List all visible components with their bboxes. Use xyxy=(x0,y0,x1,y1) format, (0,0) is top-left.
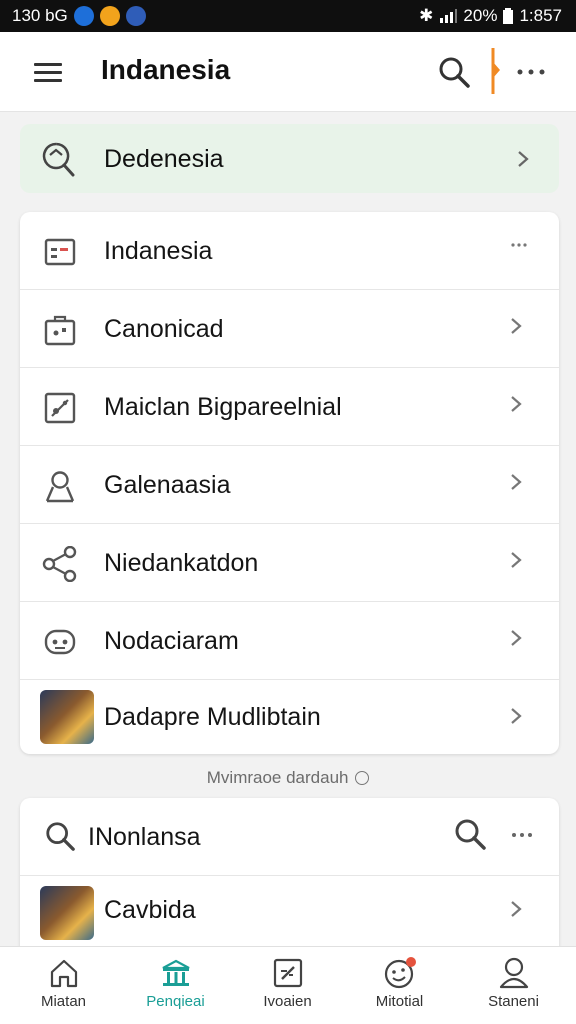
status-left-text: 130 bG xyxy=(12,6,68,25)
list-item-label: Canonicad xyxy=(104,315,224,343)
chevron-right-icon xyxy=(510,900,530,924)
list-item[interactable]: Indanesia xyxy=(20,212,559,290)
chevron-right-icon xyxy=(510,707,530,731)
list-item-label: Niedankatdon xyxy=(104,549,259,577)
list-item-label: Nodaciaram xyxy=(104,627,239,655)
robot-icon xyxy=(42,624,78,660)
chart-icon xyxy=(42,390,78,426)
notification-icon xyxy=(125,6,146,26)
search-icon[interactable] xyxy=(436,54,472,90)
profile-icon xyxy=(498,957,530,989)
chevron-right-icon xyxy=(510,395,530,419)
briefcase-icon xyxy=(42,312,78,348)
chevron-right-icon xyxy=(510,473,530,497)
home-icon xyxy=(48,957,80,989)
list-item[interactable]: Cavbida xyxy=(20,876,559,954)
more-options-icon[interactable] xyxy=(514,62,548,82)
menu-icon[interactable] xyxy=(30,58,66,86)
bookmark-flag-icon[interactable] xyxy=(488,48,502,94)
nav-item-edit[interactable]: Ivoaien xyxy=(230,947,345,1024)
clock: 1:857 xyxy=(519,6,562,25)
game-thumbnail xyxy=(40,690,94,744)
search-icon[interactable] xyxy=(452,816,488,852)
list-item[interactable]: Maiclan Bigpareelnial xyxy=(20,368,559,446)
clock-icon xyxy=(355,771,370,785)
share-icon xyxy=(42,546,78,582)
card-icon xyxy=(42,234,78,270)
list-item-label: Maiclan Bigpareelnial xyxy=(104,393,342,421)
list-item[interactable]: Canonicad xyxy=(20,290,559,368)
chevron-right-icon xyxy=(510,551,530,575)
notification-icon xyxy=(73,6,94,26)
person-icon xyxy=(42,468,78,504)
more-options-icon[interactable] xyxy=(510,830,534,840)
search-card-label: INonlansa xyxy=(88,823,201,851)
page-title: Indanesia xyxy=(101,54,231,85)
signal-icon xyxy=(439,9,458,23)
top-app-bar: Indanesia xyxy=(0,32,576,112)
search-location-icon xyxy=(40,140,76,178)
highlighted-search-row[interactable]: Dedenesia xyxy=(20,124,559,193)
chevron-right-icon xyxy=(515,149,531,169)
list-item-label: Cavbida xyxy=(104,896,196,924)
list-item-label: Galenaasia xyxy=(104,471,231,499)
list-item[interactable]: Nodaciaram xyxy=(20,602,559,680)
nav-item-profile[interactable]: Staneni xyxy=(456,947,571,1024)
list-item[interactable]: Dadapre Mudlibtain xyxy=(20,680,559,754)
chevron-right-icon xyxy=(510,629,530,653)
list-item[interactable]: Niedankatdon xyxy=(20,524,559,602)
more-options-icon[interactable] xyxy=(510,242,532,266)
game-thumbnail xyxy=(40,886,94,940)
search-row[interactable]: INonlansa xyxy=(20,798,559,876)
list-item-label: Indanesia xyxy=(104,237,213,265)
list-item[interactable]: Galenaasia xyxy=(20,446,559,524)
bottom-navigation: Miatan Penqieai Ivoaien Mitotial Staneni xyxy=(0,946,576,1024)
settings-list-card: Indanesia Canonicad Maiclan Bigpareelnia… xyxy=(20,212,559,754)
list-item-label: Dadapre Mudlibtain xyxy=(104,703,321,731)
bluetooth-icon: ✱ xyxy=(419,6,434,25)
nav-item-emoji[interactable]: Mitotial xyxy=(342,947,457,1024)
bank-icon xyxy=(160,957,192,989)
chevron-right-icon xyxy=(510,317,530,341)
battery-level: 20% xyxy=(463,6,498,25)
edit-icon xyxy=(272,957,304,989)
battery-icon xyxy=(503,8,514,24)
status-bar: 130 bG ✱ 20% 1:857 xyxy=(0,0,576,32)
search-card: INonlansa Cavbida xyxy=(20,798,559,958)
notification-icon xyxy=(99,6,120,26)
section-caption: Mvimraoe dardauh xyxy=(0,768,576,788)
emoji-icon xyxy=(384,957,416,989)
highlight-label: Dedenesia xyxy=(104,145,224,173)
nav-item-bank[interactable]: Penqieai xyxy=(118,947,233,1024)
nav-item-home[interactable]: Miatan xyxy=(6,947,121,1024)
search-icon xyxy=(42,818,78,854)
